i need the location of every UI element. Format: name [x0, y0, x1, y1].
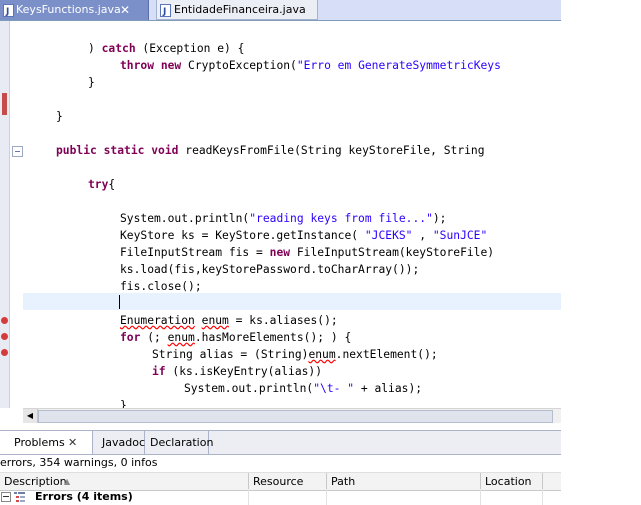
close-icon[interactable]: ✕ [119, 0, 131, 20]
code-line: ks.load(fis,keyStorePassword.toCharArray… [120, 263, 420, 276]
tab-problems[interactable]: Problems ✕ [0, 431, 93, 454]
code-line: public static void readKeysFromFile(Stri… [56, 144, 485, 157]
text-caret [119, 295, 120, 309]
errors-group-label: Errors (4 items) [35, 490, 133, 503]
tab-label: KeysFunctions.java [16, 3, 121, 16]
tree-row-errors[interactable]: Errors (4 items) [0, 489, 561, 505]
tab-javadoc[interactable]: Javadoc [98, 431, 145, 454]
scrollbar-thumb[interactable] [38, 410, 553, 423]
code-line: } [56, 110, 63, 123]
column-label: Resource [253, 475, 304, 488]
code-line: Enumeration enum = ks.aliases(); [120, 314, 338, 327]
editor-tab-bar: J KeysFunctions.java ✕ J EntidadeFinance… [0, 0, 561, 21]
sort-ascending-icon: ▲ [64, 477, 71, 486]
code-line: try{ [88, 178, 116, 191]
folding-gutter [10, 21, 23, 408]
code-line: String alias = (String)enum.nextElement(… [152, 348, 438, 361]
tab-keysfunctions-java[interactable]: J KeysFunctions.java ✕ [0, 0, 149, 20]
column-divider [326, 489, 327, 505]
code-line: System.out.println("reading keys from fi… [120, 212, 447, 225]
code-line: for (; enum.hasMoreElements(); ) { [120, 331, 352, 344]
error-marker-icon[interactable] [1, 349, 8, 356]
code-line: throw new CryptoException("Erro em Gener… [120, 59, 501, 72]
scroll-left-arrow-icon[interactable]: ◀ [23, 409, 38, 423]
tab-label: Declaration [150, 436, 214, 449]
column-location[interactable]: Location [481, 473, 543, 490]
code-line: fis.close(); [120, 280, 202, 293]
column-divider [480, 489, 481, 505]
change-marker [2, 93, 7, 115]
code-line: KeyStore ks = KeyStore.getInstance( "JCE… [120, 229, 488, 242]
errors-group-icon [14, 492, 25, 502]
code-line: } [88, 76, 95, 89]
error-marker-icon[interactable] [1, 333, 8, 340]
code-line: if (ks.isKeyEntry(alias)) [152, 365, 323, 378]
code-line: System.out.println("\t- " + alias); [184, 382, 423, 395]
code-line: } [120, 399, 127, 408]
panel-tab-bar: Problems ✕ Javadoc Declaration [0, 430, 561, 455]
column-divider [248, 489, 249, 505]
column-divider [542, 489, 543, 505]
tab-label: Javadoc [102, 436, 145, 449]
close-icon[interactable]: ✕ [68, 431, 77, 454]
code-line: FileInputStream fis = new FileInputStrea… [120, 246, 495, 259]
problems-summary: errors, 354 warnings, 0 infos [0, 456, 158, 469]
tab-label: Problems [14, 436, 65, 449]
column-label: Path [331, 475, 356, 488]
code-line: ) catch (Exception e) { [88, 42, 245, 55]
java-file-icon: J [160, 4, 171, 17]
collapse-method-icon[interactable] [12, 146, 23, 157]
current-line-highlight [23, 293, 561, 310]
column-resource[interactable]: Resource [249, 473, 327, 490]
annotation-ruler[interactable] [0, 21, 10, 408]
tab-label: EntidadeFinanceira.java [174, 3, 306, 16]
horizontal-scrollbar[interactable]: ◀ [23, 408, 561, 423]
tab-entidadefinanceira-java[interactable]: J EntidadeFinanceira.java [156, 0, 318, 20]
tab-declaration[interactable]: Declaration [146, 431, 213, 454]
code-editor[interactable]: ) catch (Exception e) { throw new Crypto… [0, 21, 561, 408]
collapse-toggle-icon[interactable] [1, 492, 11, 502]
column-extra[interactable] [543, 473, 561, 490]
java-file-icon: J [3, 4, 14, 17]
error-marker-icon[interactable] [1, 317, 8, 324]
column-path[interactable]: Path [327, 473, 481, 490]
column-label: Location [485, 475, 532, 488]
column-description[interactable]: Description ▲ [0, 473, 249, 490]
column-label: Description [4, 475, 67, 488]
